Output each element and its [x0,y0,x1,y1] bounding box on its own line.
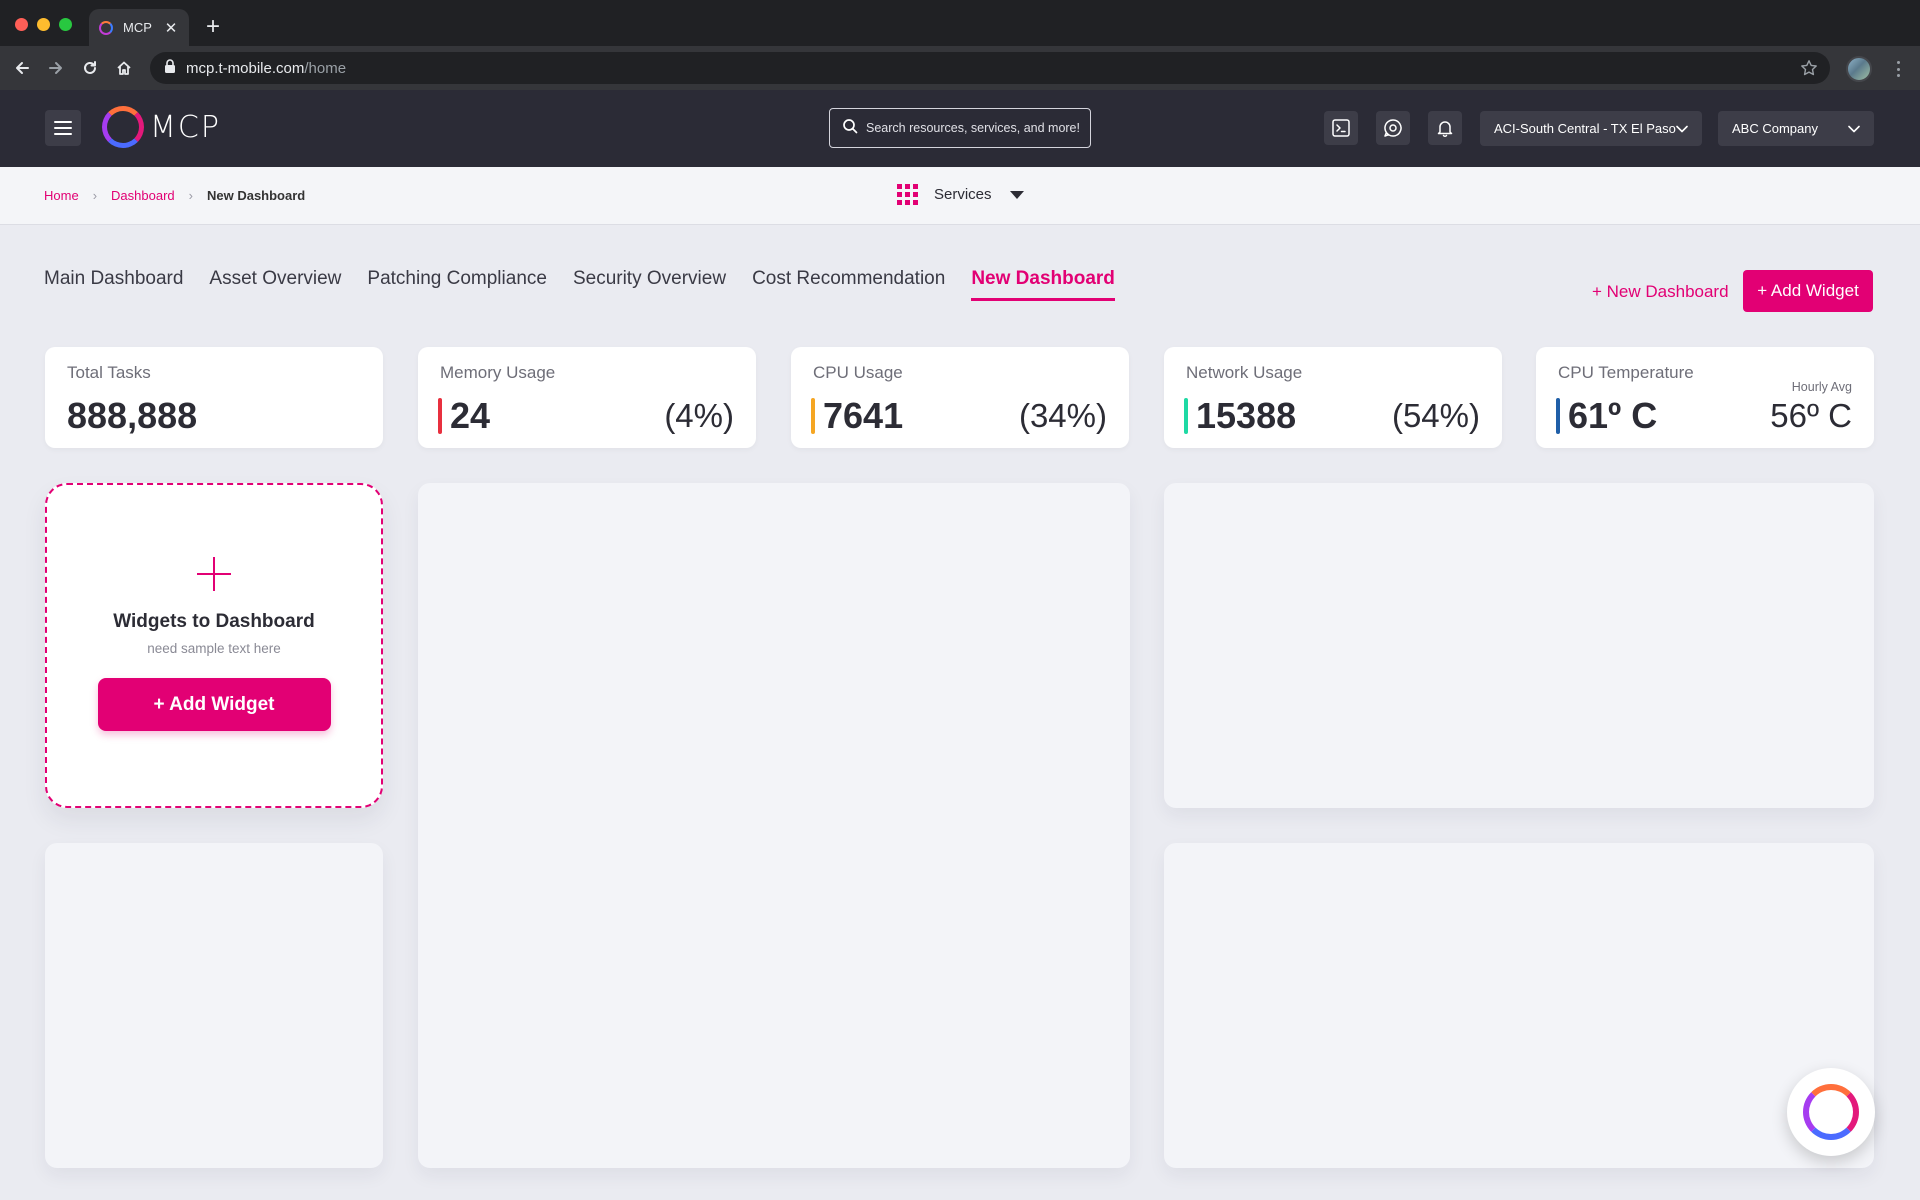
plus-icon [197,557,231,591]
assistant-ring-icon [1803,1084,1859,1140]
services-menu[interactable]: Services [897,184,1024,205]
total-tasks-card: Total Tasks 888,888 [45,347,383,448]
breadcrumb-dashboard[interactable]: Dashboard [111,188,175,203]
close-tab-icon[interactable]: ✕ [163,19,179,37]
hourly-avg-value: 56º C [1770,397,1852,434]
browser-tab[interactable]: MCP ✕ [89,9,189,46]
window-minimize-dot[interactable] [37,18,50,31]
tab-main-dashboard[interactable]: Main Dashboard [44,268,183,301]
services-label: Services [934,186,992,203]
company-select-label: ABC Company [1732,121,1818,136]
apps-grid-icon [897,184,918,205]
new-dashboard-link[interactable]: + New Dashboard [1592,282,1729,302]
app-header: MCP ACI-South Central - TX El Paso ABC C… [0,90,1920,167]
reload-icon[interactable] [76,54,104,82]
memory-usage-card: Memory Usage 24 (4%) [418,347,756,448]
url-host: mcp.t-mobile.com [186,59,305,77]
browser-tab-title: MCP [123,20,152,35]
tab-security-overview[interactable]: Security Overview [573,268,726,301]
breadcrumb-current: New Dashboard [206,188,306,203]
stat-value: 15388 [1196,395,1297,436]
tab-asset-overview[interactable]: Asset Overview [209,268,341,301]
favicon-icon [99,20,113,35]
lock-icon [164,58,176,78]
add-widget-subtitle: need sample text here [147,641,281,656]
stat-label: CPU Usage [813,363,903,382]
browser-menu-icon[interactable] [1888,58,1908,80]
stat-value: 888,888 [67,395,198,436]
search-input[interactable] [866,121,1086,135]
stat-value: 7641 [823,395,904,436]
status-bar-indicator [1556,398,1560,434]
search-icon [842,118,858,139]
url-path: /home [304,59,347,77]
browser-tabstrip: MCP ✕ + [0,0,1920,46]
global-search[interactable] [829,108,1091,148]
region-select-label: ACI-South Central - TX El Paso [1494,121,1676,136]
breadcrumb-bar: Home › Dashboard › New Dashboard Service… [0,167,1920,225]
stat-percent: (4%) [664,397,734,434]
assistant-fab[interactable] [1787,1068,1875,1156]
widget-placeholder-top-right [1164,483,1874,808]
stat-percent: (34%) [1018,397,1107,434]
logo-text: MCP [150,109,221,145]
stat-label: Memory Usage [440,363,556,382]
widget-placeholder-bottom-right [1164,843,1874,1168]
breadcrumb-home[interactable]: Home [44,188,79,203]
stat-label: Network Usage [1186,363,1303,382]
network-usage-card: Network Usage 15388 (54%) [1164,347,1502,448]
support-chat-icon[interactable] [1376,111,1410,145]
hourly-avg-label: Hourly Avg [1791,380,1852,394]
cpu-temperature-card: CPU Temperature 61º C Hourly Avg 56º C [1536,347,1874,448]
forward-icon[interactable] [42,54,70,82]
terminal-icon[interactable] [1324,111,1358,145]
logo-ring-icon [102,106,144,148]
tab-cost-recommendation[interactable]: Cost Recommendation [752,268,945,301]
address-bar[interactable]: mcp.t-mobile.com/home [150,52,1830,84]
company-select[interactable]: ABC Company [1718,111,1874,146]
widget-placeholder-large [418,483,1130,1168]
region-select[interactable]: ACI-South Central - TX El Paso [1480,111,1702,146]
stat-label: Total Tasks [67,363,151,382]
menu-icon[interactable] [45,110,81,146]
window-maximize-dot[interactable] [59,18,72,31]
browser-toolbar: mcp.t-mobile.com/home [0,46,1920,90]
cpu-usage-card: CPU Usage 7641 (34%) [791,347,1129,448]
status-bar-indicator [1184,398,1188,434]
chevron-down-icon [1848,121,1860,136]
stat-percent: (54%) [1391,397,1480,434]
status-bar-indicator [438,398,442,434]
add-widget-button[interactable]: + Add Widget [1743,270,1873,312]
bell-icon[interactable] [1428,111,1462,145]
stat-value: 61º C [1568,395,1658,436]
bookmark-star-icon[interactable] [1800,59,1818,82]
tab-new-dashboard[interactable]: New Dashboard [971,268,1115,301]
add-widget-card: Widgets to Dashboard need sample text he… [45,483,383,808]
home-icon[interactable] [110,54,138,82]
chevron-right-icon: › [92,188,98,203]
caret-down-icon [1009,190,1024,199]
tab-patching-compliance[interactable]: Patching Compliance [367,268,547,301]
dashboard-tabs: Main Dashboard Asset Overview Patching C… [44,268,1115,301]
add-widget-title: Widgets to Dashboard [113,611,315,632]
chevron-right-icon: › [188,188,193,203]
breadcrumb: Home › Dashboard › New Dashboard [44,188,305,203]
stat-value: 24 [450,395,491,436]
chevron-down-icon [1676,121,1688,136]
profile-avatar[interactable] [1846,56,1872,82]
window-close-dot[interactable] [15,18,28,31]
status-bar-indicator [811,398,815,434]
widget-placeholder-bottom-left [45,843,383,1168]
add-widget-card-button[interactable]: + Add Widget [97,678,331,731]
back-icon[interactable] [8,54,36,82]
new-tab-icon[interactable]: + [206,12,220,42]
mcp-logo[interactable]: MCP [102,106,221,148]
